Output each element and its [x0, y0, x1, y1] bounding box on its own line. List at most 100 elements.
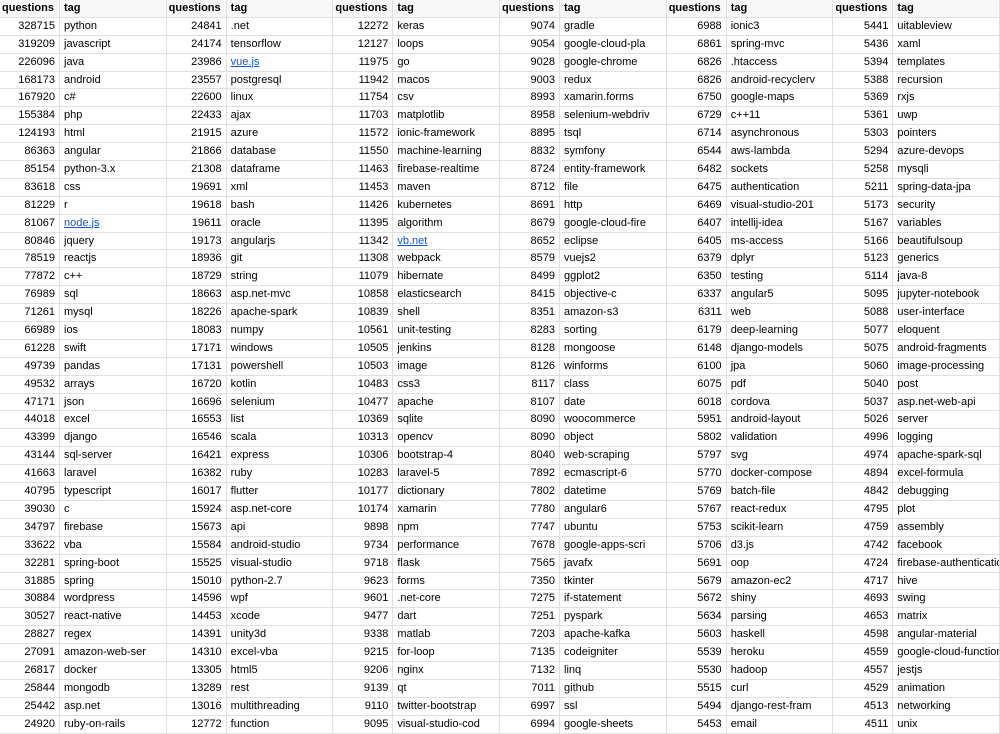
tag-link[interactable]: vb.net	[397, 235, 427, 247]
questions-cell: 14391	[167, 626, 227, 644]
tag-cell: excel-vba	[227, 644, 334, 662]
questions-cell: 7747	[500, 519, 560, 537]
questions-cell: 16546	[167, 429, 227, 447]
tag-cell: google-apps-scri	[560, 537, 667, 555]
tag-cell: angular6	[560, 501, 667, 519]
tag-column: taguitableviewxamltemplatesrecursionrxjs…	[893, 0, 1000, 734]
questions-cell: 8679	[500, 215, 560, 233]
tag-cell: azure-devops	[893, 143, 1000, 161]
questions-cell: 9110	[333, 698, 393, 716]
questions-cell: 5530	[667, 662, 727, 680]
tag-cell: nginx	[393, 662, 500, 680]
tag-cell: woocommerce	[560, 411, 667, 429]
tag-cell: firebase-realtime	[393, 161, 500, 179]
questions-cell: 6714	[667, 125, 727, 143]
questions-cell: 12127	[333, 36, 393, 54]
tag-cell: aws-lambda	[727, 143, 834, 161]
questions-cell: 5258	[833, 161, 893, 179]
questions-cell: 7780	[500, 501, 560, 519]
tag-cell: hive	[893, 573, 1000, 591]
tag-cell: gradle	[560, 18, 667, 36]
questions-cell: 4724	[833, 555, 893, 573]
tag-cell: mysqli	[893, 161, 1000, 179]
questions-cell: 6100	[667, 358, 727, 376]
questions-cell: 6148	[667, 340, 727, 358]
tag-cell: javafx	[560, 555, 667, 573]
tag-cell: r	[60, 197, 167, 215]
questions-cell: 7132	[500, 662, 560, 680]
questions-cell: 19611	[167, 215, 227, 233]
questions-cell: 16017	[167, 483, 227, 501]
questions-cell: 6729	[667, 107, 727, 125]
tag-cell: macos	[393, 72, 500, 90]
tag-cell: reactjs	[60, 250, 167, 268]
tag-cell: c++11	[727, 107, 834, 125]
tag-cell: apache-spark-sql	[893, 447, 1000, 465]
questions-cell: 5211	[833, 179, 893, 197]
questions-cell: 9718	[333, 555, 393, 573]
questions-cell: 5075	[833, 340, 893, 358]
questions-cell: 24920	[0, 716, 60, 734]
tag-cell: google-sheets	[560, 716, 667, 734]
tag-cell: c#	[60, 89, 167, 107]
tag-cell: list	[227, 411, 334, 429]
questions-cell: 5672	[667, 590, 727, 608]
questions-cell: 5088	[833, 304, 893, 322]
questions-cell: 6997	[500, 698, 560, 716]
questions-cell: 11463	[333, 161, 393, 179]
tag-cell: react-native	[60, 608, 167, 626]
questions-cell: 5753	[667, 519, 727, 537]
questions-cell: 9003	[500, 72, 560, 90]
questions-cell: 10503	[333, 358, 393, 376]
questions-cell: 86363	[0, 143, 60, 161]
questions-cell: 5369	[833, 89, 893, 107]
questions-cell: 6075	[667, 376, 727, 394]
tag-cell: asynchronous	[727, 125, 834, 143]
tag-cell: apache	[393, 394, 500, 412]
questions-cell: 11453	[333, 179, 393, 197]
questions-cell: 10477	[333, 394, 393, 412]
tag-cell: google-cloud-functions	[893, 644, 1000, 662]
column-pair: questions6988686168266826675067296714654…	[667, 0, 834, 734]
questions-cell: 76989	[0, 286, 60, 304]
tag-cell: jpa	[727, 358, 834, 376]
questions-cell: 14596	[167, 590, 227, 608]
tag-cell: matlab	[393, 626, 500, 644]
tag-cell: post	[893, 376, 1000, 394]
tag-cell: docker	[60, 662, 167, 680]
questions-cell: 12772	[167, 716, 227, 734]
tag-link[interactable]: node.js	[64, 217, 99, 229]
questions-cell: 40795	[0, 483, 60, 501]
tag-cell: android	[60, 72, 167, 90]
tag-cell: django	[60, 429, 167, 447]
tag-cell: vue.js	[227, 54, 334, 72]
questions-cell: 44018	[0, 411, 60, 429]
tag-cell: asp.net-mvc	[227, 286, 334, 304]
tag-cell: performance	[393, 537, 500, 555]
tag-cell: laravel	[60, 465, 167, 483]
tag-link[interactable]: vue.js	[231, 56, 260, 68]
tag-cell: .net	[227, 18, 334, 36]
tag-cell: firebase-authentication	[893, 555, 1000, 573]
tag-cell: email	[727, 716, 834, 734]
tag-cell: ionic-framework	[393, 125, 500, 143]
questions-cell: 18729	[167, 268, 227, 286]
tag-cell: function	[227, 716, 334, 734]
questions-cell: 5040	[833, 376, 893, 394]
questions-cell: 9623	[333, 573, 393, 591]
questions-cell: 5691	[667, 555, 727, 573]
tag-cell: kubernetes	[393, 197, 500, 215]
questions-cell: 19173	[167, 233, 227, 251]
tag-cell: asp.net-core	[227, 501, 334, 519]
questions-cell: 5388	[833, 72, 893, 90]
tag-cell: html5	[227, 662, 334, 680]
tag-cell: jestjs	[893, 662, 1000, 680]
tag-cell: react-redux	[727, 501, 834, 519]
tag-cell: numpy	[227, 322, 334, 340]
tag-cell: javascript	[60, 36, 167, 54]
questions-cell: 8040	[500, 447, 560, 465]
questions-cell: 5494	[667, 698, 727, 716]
tag-cell: mongodb	[60, 680, 167, 698]
tag-cell: swing	[893, 590, 1000, 608]
questions-cell: 41663	[0, 465, 60, 483]
